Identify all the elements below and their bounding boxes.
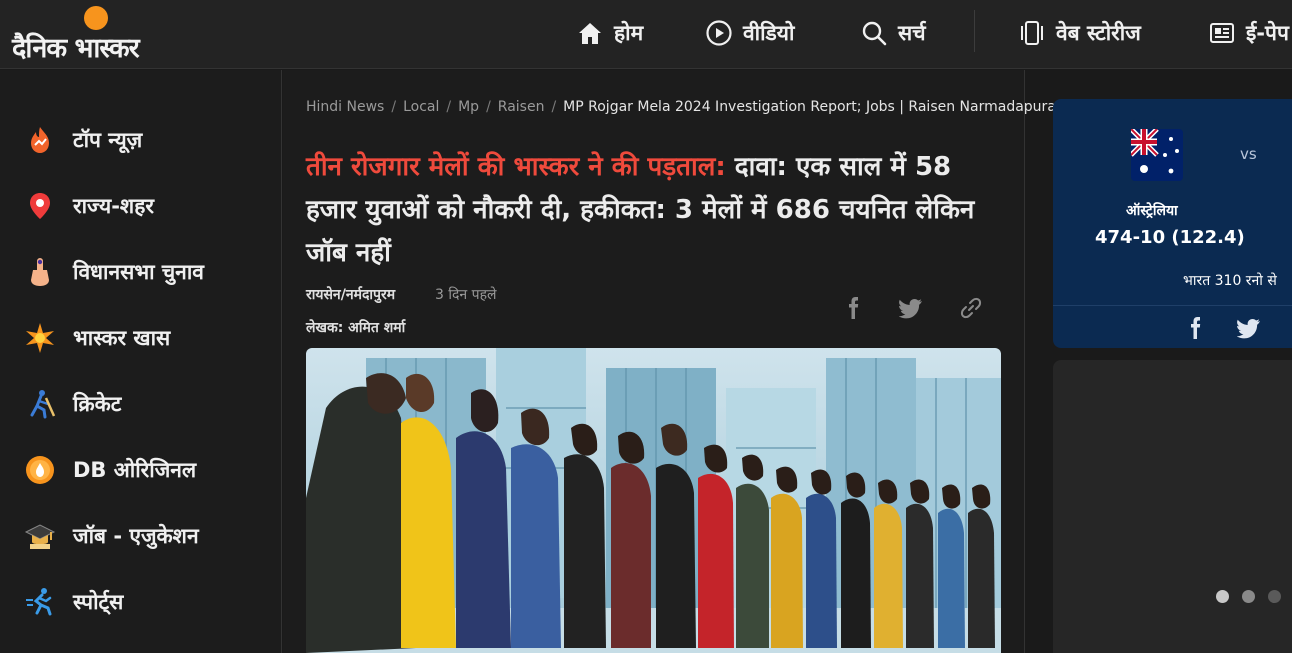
job-seekers-illustration [306,348,1001,653]
sidebar-label-bhaskar-khas: भास्कर खास [73,326,171,350]
home-icon [579,23,601,44]
sidebar-label-db-original: DB ओरिजिनल [73,458,197,482]
location-pin-icon [24,190,56,222]
sidebar-label-sports: स्पोर्ट्स [73,590,124,614]
search-icon [862,21,887,46]
sidebar-item-cricket[interactable]: क्रिकेट [24,384,121,424]
nav-video[interactable]: वीडियो [705,0,794,66]
nav-home[interactable]: होम [576,0,643,66]
runner-icon [24,586,56,618]
nav-label-search: सर्च [898,21,926,45]
headline-highlight: तीन रोजगार मेलों की भास्कर ने की पड़ताल: [306,152,726,182]
sidebar-label-election: विधानसभा चुनाव [73,260,204,284]
nav-epaper[interactable]: ई-पेप [1208,0,1289,66]
team-score: 474-10 (122.4) [1095,227,1245,248]
logo-text: दैनिक भास्कर [12,33,140,64]
graduation-cap-icon [24,520,56,552]
share-facebook-button[interactable] [839,294,867,322]
sidebar-item-sports[interactable]: स्पोर्ट्स [24,582,123,622]
facebook-icon[interactable] [1183,316,1207,340]
play-icon [706,20,732,46]
sidebar-item-job-education[interactable]: जॉब - एजुकेशन [24,516,199,556]
share-twitter-button[interactable] [897,294,925,322]
twitter-icon[interactable] [1237,316,1261,340]
breadcrumb: Hindi News / Local / Mp / Raisen / MP Ro… [306,99,1070,115]
db-original-icon [24,454,56,486]
breadcrumb-link-local[interactable]: Local [403,99,439,115]
live-score-card[interactable]: vs ऑस्ट्रेलिया 474-10 (122.4) भारत 310 र… [1053,99,1292,348]
team-name: ऑस्ट्रेलिया [1126,203,1178,219]
versus-label: vs [1240,145,1257,163]
vote-finger-icon [24,256,56,288]
article-time: 3 दिन पहले [435,287,497,303]
nav-divider [974,10,975,52]
ad-carousel [1053,360,1292,653]
sidebar-label-cricket: क्रिकेट [73,392,122,416]
article-author: लेखक: अमित शर्मा [306,320,406,336]
australia-flag-icon [1131,129,1183,181]
breadcrumb-link-raisen[interactable]: Raisen [498,99,545,115]
article-hero-image[interactable] [306,348,1001,653]
facebook-icon [849,297,859,319]
link-icon [960,297,982,319]
top-header: दैनिक भास्कर होम वीडियो सर्च वेब स्टोरीज… [0,0,1292,69]
carousel-dot[interactable] [1268,590,1281,603]
sidebar-label-job-education: जॉब - एजुकेशन [73,524,199,548]
nav-label-epaper: ई-पेप [1246,21,1289,45]
nav-label-video: वीडियो [743,21,795,45]
epaper-icon [1210,23,1234,43]
breadcrumb-separator: / [486,99,491,115]
nav-label-web-stories: वेब स्टोरीज [1056,21,1141,45]
match-status: भारत 310 रनो से [1183,273,1277,289]
breadcrumb-link-mp[interactable]: Mp [458,99,479,115]
breadcrumb-separator: / [446,99,452,115]
star-burst-icon [24,322,56,354]
sidebar-item-top-news[interactable]: टॉप न्यूज़ [24,120,142,160]
cricket-icon [24,388,56,420]
carousel-dot[interactable] [1242,590,1255,603]
carousel-dot[interactable] [1216,590,1229,603]
article-location[interactable]: रायसेन/नर्मदापुरम [306,285,395,304]
left-sidebar: टॉप न्यूज़ राज्य-शहर विधानसभा चुनाव भास्… [0,70,282,653]
fire-icon [24,124,56,156]
sidebar-label-state-city: राज्य-शहर [73,194,154,218]
sidebar-item-state-city[interactable]: राज्य-शहर [24,186,154,226]
breadcrumb-separator: / [551,99,557,115]
site-logo[interactable]: दैनिक भास्कर [10,4,180,64]
sidebar-item-election[interactable]: विधानसभा चुनाव [24,252,204,292]
nav-label-home: होम [614,21,644,45]
share-link-button[interactable] [957,294,985,322]
breadcrumb-current: MP Rojgar Mela 2024 Investigation Report… [563,99,1070,115]
article-main: Hindi News / Local / Mp / Raisen / MP Ro… [283,70,1070,653]
breadcrumb-separator: / [391,99,397,115]
sidebar-label-top-news: टॉप न्यूज़ [73,128,143,152]
nav-web-stories[interactable]: वेब स्टोरीज [1018,0,1141,66]
breadcrumb-link-hindi-news[interactable]: Hindi News [306,99,384,115]
web-stories-icon [1021,21,1043,45]
sidebar-item-db-original[interactable]: DB ओरिजिनल [24,450,196,490]
twitter-icon [899,299,922,319]
score-share-bar [1053,305,1292,348]
nav-search[interactable]: सर्च [860,0,926,66]
article-headline: तीन रोजगार मेलों की भास्कर ने की पड़ताल:… [306,146,1006,275]
sidebar-item-bhaskar-khas[interactable]: भास्कर खास [24,318,170,358]
